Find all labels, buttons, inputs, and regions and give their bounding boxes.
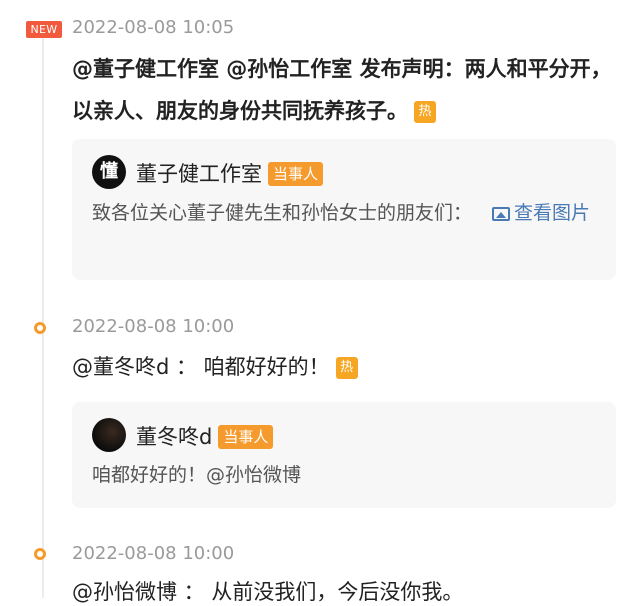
card-body-text: 致各位关心董子健先生和孙怡女士的朋友们： [92, 202, 473, 224]
entry-time: 2022-08-08 10:05 [72, 17, 235, 38]
entry-title-text[interactable]: @孙怡微博 ： 从前没我们，今后没你我。 [72, 576, 612, 606]
image-icon[interactable] [492, 207, 511, 221]
card-text: 致各位关心董子健先生和孙怡女士的朋友们： 查看图片 [92, 195, 592, 231]
card-body-text: 咱都好好的！@孙怡微博 [92, 464, 302, 486]
entry-title[interactable]: @董冬咚d ： 咱都好好的！热 [72, 346, 620, 388]
entry-time: 2022-08-08 10:00 [72, 543, 235, 564]
hot-badge: 热 [335, 357, 358, 379]
timeline-line [42, 38, 44, 598]
timeline-dot [34, 548, 46, 560]
hot-badge: 热 [414, 101, 436, 123]
timeline-dot [34, 322, 46, 334]
quoted-post-card[interactable]: 懂 董子健工作室 当事人 致各位关心董子健先生和孙怡女士的朋友们： 查看图片 [72, 139, 616, 280]
party-badge: 当事人 [218, 425, 274, 449]
avatar[interactable]: 懂 [92, 155, 126, 189]
author-line: 董冬咚d 当事人 [136, 421, 274, 451]
avatar[interactable] [92, 418, 126, 452]
view-image-link[interactable]: 查看图片 [514, 202, 590, 224]
new-badge: NEW [26, 21, 62, 38]
author-name[interactable]: 董子健工作室 [136, 162, 262, 186]
entry-time: 2022-08-08 10:00 [72, 316, 235, 337]
quoted-post-card[interactable]: 董冬咚d 当事人 咱都好好的！@孙怡微博 [72, 402, 616, 508]
entry-title[interactable]: @董子健工作室 @孙怡工作室 发布声明：两人和平分开，以亲人、朋友的身份共同抚养… [72, 48, 620, 132]
entry-title-text[interactable]: @董冬咚d ： 咱都好好的！ [72, 355, 330, 379]
party-badge: 当事人 [268, 162, 324, 186]
entry-title-text[interactable]: @董子健工作室 @孙怡工作室 发布声明：两人和平分开，以亲人、朋友的身份共同抚养… [72, 57, 612, 123]
author-line: 董子健工作室 当事人 [136, 158, 324, 188]
author-name[interactable]: 董冬咚d [136, 425, 212, 449]
